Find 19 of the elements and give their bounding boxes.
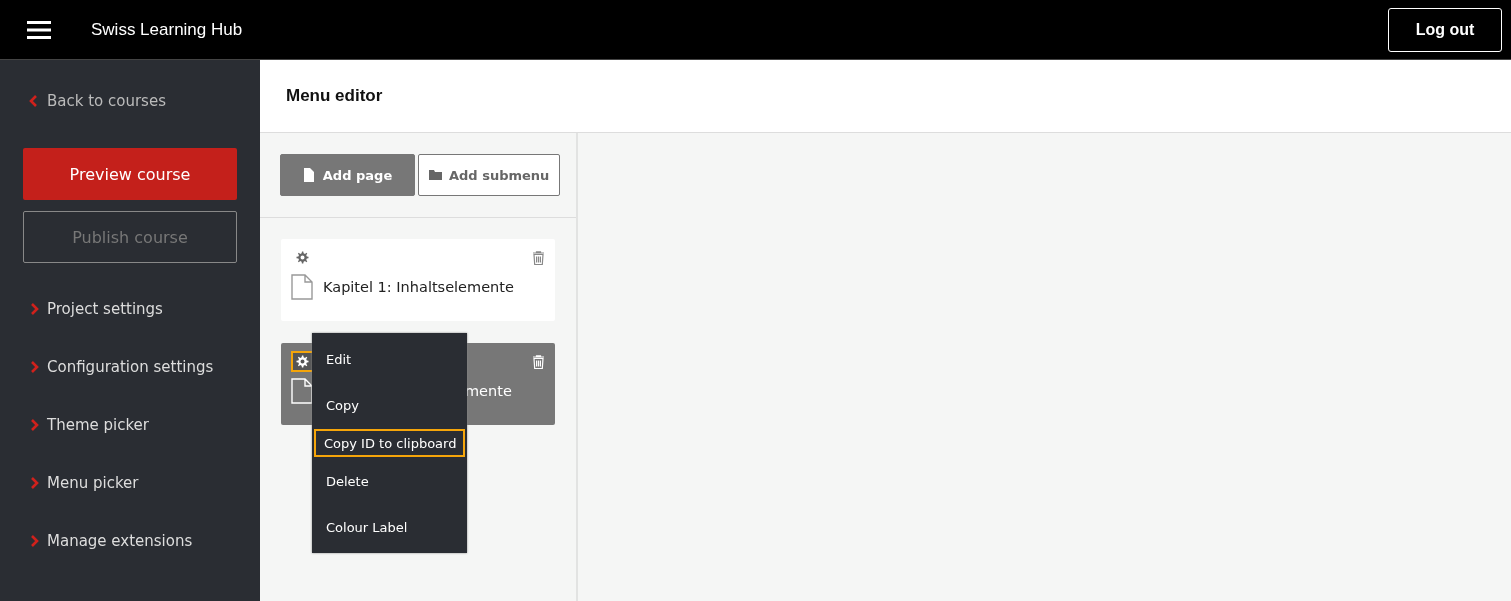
logout-button[interactable]: Log out: [1388, 7, 1502, 52]
menu-item[interactable]: Copy ID to clipboard: [314, 429, 465, 457]
editor-title: Menu editor: [286, 86, 383, 106]
add-page-button[interactable]: Add page: [280, 154, 415, 196]
page-card[interactable]: Kapitel 1: Inhaltselemente: [281, 239, 555, 321]
sidebar-item[interactable]: Manage extensions: [23, 531, 237, 551]
menu-item[interactable]: Delete: [314, 459, 465, 503]
menu-item[interactable]: Edit: [314, 337, 465, 381]
preview-button[interactable]: Preview course: [23, 148, 237, 200]
app-title: Swiss Learning Hub: [91, 19, 244, 40]
menu-item[interactable]: Copy: [314, 383, 465, 427]
sidebar-item[interactable]: Menu picker: [23, 473, 237, 493]
sidebar-item[interactable]: Theme picker: [23, 415, 237, 435]
page-title: Kapitel 1: Inhaltselemente: [323, 279, 514, 295]
menu-item[interactable]: Colour Label: [314, 505, 465, 549]
add-submenu-button[interactable]: Add submenu: [418, 154, 561, 196]
sidebar-item[interactable]: Project settings: [23, 299, 237, 319]
back-link[interactable]: Back to courses: [23, 92, 237, 110]
sidebar-item[interactable]: Configuration settings: [23, 357, 237, 377]
